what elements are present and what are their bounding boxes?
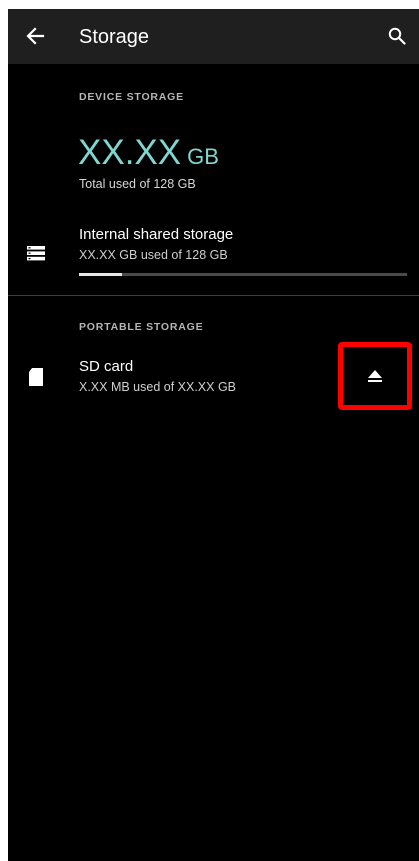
sd-card-subtitle: X.XX MB used of XX.XX GB	[79, 380, 237, 394]
total-used-text: Total used of 128 GB	[79, 177, 196, 191]
portable-storage-header: PORTABLE STORAGE	[79, 321, 204, 333]
app-bar: Storage	[8, 9, 419, 64]
back-button[interactable]	[22, 23, 48, 49]
storage-screen: Storage DEVICE STORAGE XX.XX GB Total use…	[8, 9, 419, 861]
storage-stack-icon	[26, 243, 46, 263]
used-storage-value: XX.XX	[78, 133, 182, 172]
internal-storage-progress-fill	[79, 273, 122, 276]
device-storage-header: DEVICE STORAGE	[79, 91, 184, 103]
section-divider	[8, 295, 419, 296]
search-button[interactable]	[386, 25, 408, 47]
sd-card-title: SD card	[79, 358, 134, 375]
internal-storage-title: Internal shared storage	[79, 226, 234, 243]
arrow-left-icon	[26, 27, 45, 45]
eject-icon	[368, 370, 382, 382]
used-storage-unit: GB	[187, 144, 219, 169]
page-title: Storage	[79, 26, 150, 48]
eject-button[interactable]	[363, 364, 387, 388]
internal-storage-progress	[79, 273, 407, 276]
sd-card-icon	[26, 367, 46, 387]
internal-storage-subtitle: XX.XX GB used of 128 GB	[79, 248, 228, 262]
used-storage-summary: XX.XX GB	[78, 133, 219, 180]
search-icon	[388, 27, 406, 45]
